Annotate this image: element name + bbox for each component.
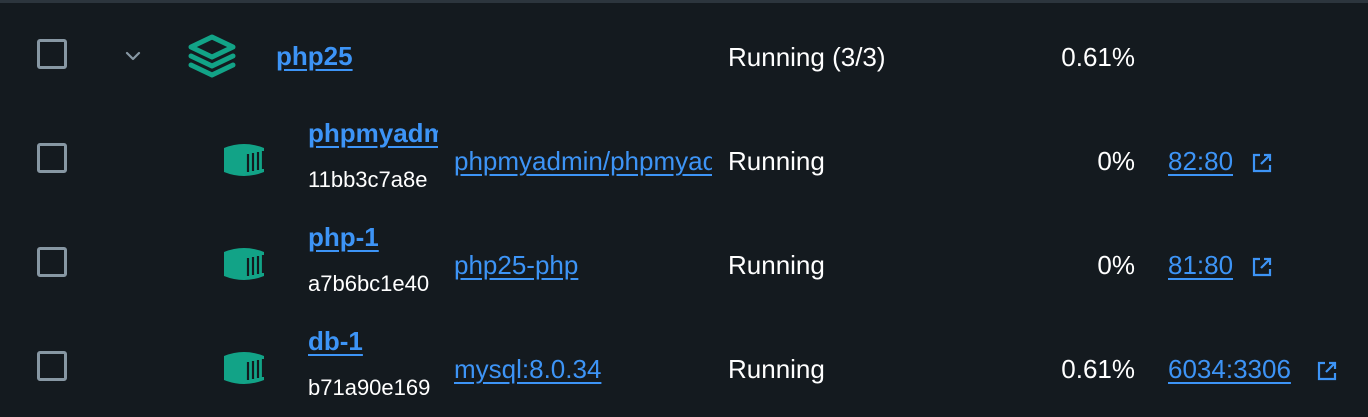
container-name-link[interactable]: php-1 — [308, 222, 438, 253]
container-name-link[interactable]: db-1 — [308, 326, 438, 357]
external-link-icon[interactable] — [1251, 256, 1273, 278]
container-icon — [224, 352, 265, 384]
group-cpu: 0.61% — [1061, 42, 1135, 72]
container-id: a7b6bc1e40 — [308, 271, 430, 296]
container-row[interactable]: php-1 a7b6bc1e40 php25-php Running 0% 81… — [0, 213, 1368, 317]
port-link[interactable]: 6034:3306 — [1168, 354, 1291, 385]
select-checkbox[interactable] — [37, 143, 67, 173]
image-link[interactable]: mysql:8.0.34 — [454, 354, 712, 385]
container-cpu: 0.61% — [1061, 354, 1135, 384]
container-id: b71a90e169 — [308, 375, 431, 400]
external-link-icon[interactable] — [1251, 152, 1273, 174]
container-cpu: 0% — [1097, 146, 1135, 176]
external-link-icon[interactable] — [1316, 360, 1338, 382]
container-status: Running — [728, 250, 825, 280]
container-name-link[interactable]: phpmyadmin — [308, 118, 438, 149]
container-icon — [224, 248, 265, 280]
image-link[interactable]: phpmyadmin/phpmyadmin — [454, 146, 712, 177]
container-icon — [224, 144, 265, 176]
stack-layers-icon — [188, 34, 236, 78]
container-cpu: 0% — [1097, 250, 1135, 280]
select-checkbox[interactable] — [37, 351, 67, 381]
compose-group-row[interactable]: php25 Running (3/3) 0.61% — [0, 5, 1368, 109]
container-row[interactable]: phpmyadmin 11bb3c7a8e phpmyadmin/phpmyad… — [0, 109, 1368, 213]
select-checkbox[interactable] — [37, 39, 67, 69]
group-name-link[interactable]: php25 — [276, 41, 353, 72]
select-checkbox[interactable] — [37, 247, 67, 277]
image-link[interactable]: php25-php — [454, 250, 712, 281]
chevron-down-icon[interactable] — [122, 45, 144, 67]
container-id: 11bb3c7a8e — [308, 167, 428, 192]
port-link[interactable]: 82:80 — [1168, 146, 1233, 177]
container-row[interactable]: db-1 b71a90e169 mysql:8.0.34 Running 0.6… — [0, 313, 1368, 417]
container-status: Running — [728, 146, 825, 176]
group-status: Running (3/3) — [728, 42, 886, 72]
port-link[interactable]: 81:80 — [1168, 250, 1233, 281]
top-divider — [0, 0, 1368, 3]
container-status: Running — [728, 354, 825, 384]
